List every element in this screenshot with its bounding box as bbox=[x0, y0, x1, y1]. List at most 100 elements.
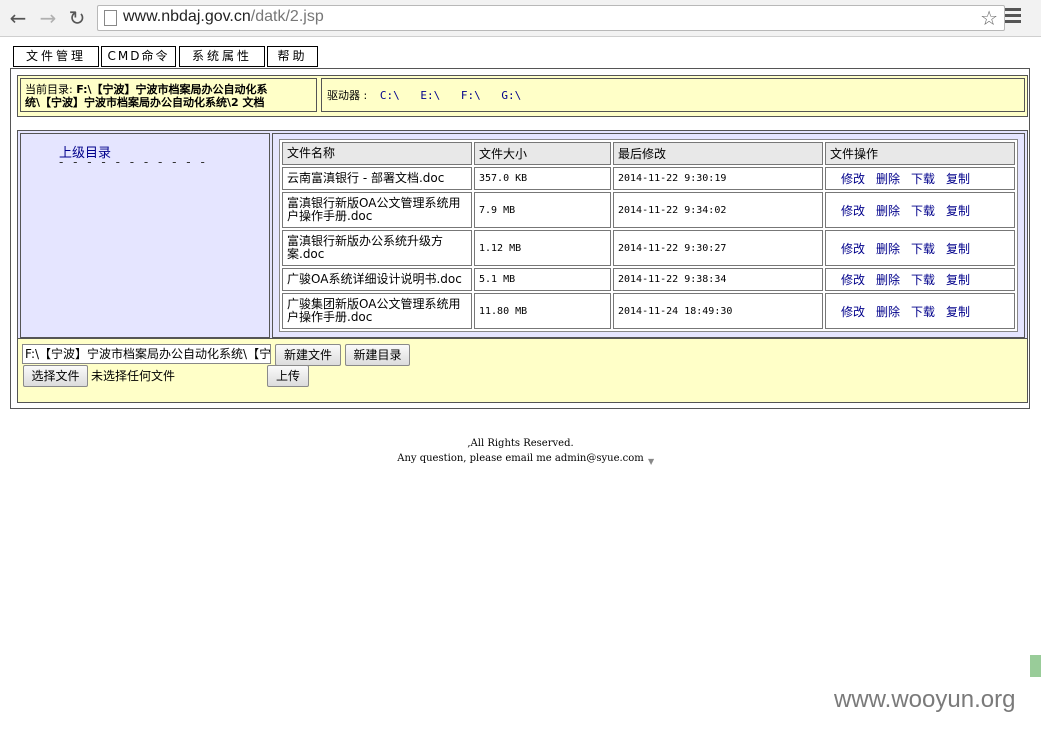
action-panel: F:\【宁波】宁波市档案局办公自动化系统\【宁 新建文件 新建目录 选择文件 未… bbox=[17, 338, 1028, 403]
address-bar[interactable]: www.nbdaj.gov.cn/datk/2.jsp ☆ bbox=[97, 5, 1005, 31]
download-link[interactable]: 下载 bbox=[911, 172, 935, 186]
download-link[interactable]: 下载 bbox=[911, 273, 935, 287]
col-header-modified: 最后修改 bbox=[613, 142, 823, 165]
url-path: /datk/2.jsp bbox=[250, 8, 324, 25]
current-dir-label: 当前目录: bbox=[25, 83, 73, 96]
copy-link[interactable]: 复制 bbox=[946, 242, 970, 256]
file-size: 5.1 MB bbox=[474, 268, 611, 291]
choose-file-button[interactable]: 选择文件 bbox=[23, 365, 88, 387]
footer-copyright: ,All Rights Reserved. bbox=[467, 438, 574, 449]
download-link[interactable]: 下载 bbox=[911, 242, 935, 256]
file-ops: 修改 删除 下载 复制 bbox=[825, 268, 1015, 291]
file-list-panel: 文件名称 文件大小 最后修改 文件操作 云南富滇银行 - 部署文档.doc 35… bbox=[272, 133, 1025, 338]
file-ops: 修改 删除 下载 复制 bbox=[825, 167, 1015, 190]
drives-cell: 驱动器 : C:\ E:\ F:\ G:\ bbox=[321, 78, 1025, 112]
url-host: www.nbdaj.gov.cn bbox=[123, 8, 251, 25]
dir-tree-dashes: - - - - - - - - - - - bbox=[59, 155, 208, 169]
back-arrow-icon[interactable]: ← bbox=[6, 6, 30, 30]
file-name-line1: 广骏OA系统详细设计说明书.doc bbox=[287, 272, 462, 286]
drives-label: 驱动器 : bbox=[327, 89, 368, 102]
delete-link[interactable]: 删除 bbox=[876, 172, 900, 186]
file-size: 11.80 MB bbox=[474, 293, 611, 329]
table-row: 广骏OA系统详细设计说明书.doc 5.1 MB 2014-11-22 9:38… bbox=[282, 268, 1015, 291]
menu-icon[interactable] bbox=[1005, 8, 1021, 26]
col-header-size: 文件大小 bbox=[474, 142, 611, 165]
file-name-line1: 广骏集团新版OA公文管理系统用 bbox=[287, 297, 461, 311]
file-modified: 2014-11-24 18:49:30 bbox=[613, 293, 823, 329]
download-link[interactable]: 下载 bbox=[911, 305, 935, 319]
file-size: 1.12 MB bbox=[474, 230, 611, 266]
file-name-line1: 富滇银行新版OA公文管理系统用 bbox=[287, 196, 461, 210]
menu-file-manage[interactable]: 文件管理 bbox=[13, 46, 99, 67]
new-file-button[interactable]: 新建文件 bbox=[275, 344, 341, 366]
drive-c[interactable]: C:\ bbox=[380, 89, 400, 102]
menu-sys-props[interactable]: 系统属性 bbox=[179, 46, 265, 67]
star-icon[interactable]: ☆ bbox=[980, 6, 998, 30]
file-modified: 2014-11-22 9:30:19 bbox=[613, 167, 823, 190]
forward-arrow-icon[interactable]: → bbox=[36, 6, 60, 30]
file-table: 文件名称 文件大小 最后修改 文件操作 云南富滇银行 - 部署文档.doc 35… bbox=[279, 139, 1018, 332]
file-ops: 修改 删除 下载 复制 bbox=[825, 293, 1015, 329]
file-name-line1: 富滇银行新版办公系统升级方 bbox=[287, 234, 444, 248]
file-name-line2: 户操作手册.doc bbox=[287, 209, 373, 223]
file-modified: 2014-11-22 9:38:34 bbox=[613, 268, 823, 291]
path-input[interactable]: F:\【宁波】宁波市档案局办公自动化系统\【宁 bbox=[22, 344, 271, 364]
file-size: 7.9 MB bbox=[474, 192, 611, 228]
edit-link[interactable]: 修改 bbox=[841, 242, 865, 256]
no-file-chosen-text: 未选择任何文件 bbox=[91, 369, 176, 383]
copy-link[interactable]: 复制 bbox=[946, 305, 970, 319]
table-row: 富滇银行新版OA公文管理系统用 户操作手册.doc 7.9 MB 2014-11-… bbox=[282, 192, 1015, 228]
url-text: www.nbdaj.gov.cn/datk/2.jsp bbox=[123, 8, 324, 26]
cursor-icon: ▼ bbox=[648, 457, 655, 466]
watermark-text: www.wooyun.org bbox=[834, 686, 1016, 713]
edit-link[interactable]: 修改 bbox=[841, 172, 865, 186]
upload-button[interactable]: 上传 bbox=[267, 365, 309, 387]
drive-e[interactable]: E:\ bbox=[420, 89, 440, 102]
drive-f[interactable]: F:\ bbox=[461, 89, 481, 102]
delete-link[interactable]: 删除 bbox=[876, 305, 900, 319]
drive-g[interactable]: G:\ bbox=[501, 89, 521, 102]
main-panel: 上级目录 - - - - - - - - - - - 文件名称 文件大小 最后修… bbox=[17, 130, 1028, 340]
file-size: 357.0 KB bbox=[474, 167, 611, 190]
page-icon bbox=[104, 10, 117, 26]
file-ops: 修改 删除 下载 复制 bbox=[825, 192, 1015, 228]
delete-link[interactable]: 删除 bbox=[876, 273, 900, 287]
file-ops: 修改 删除 下载 复制 bbox=[825, 230, 1015, 266]
file-name[interactable]: 富滇银行新版OA公文管理系统用 户操作手册.doc bbox=[282, 192, 472, 228]
table-row: 云南富滇银行 - 部署文档.doc 357.0 KB 2014-11-22 9:… bbox=[282, 167, 1015, 190]
delete-link[interactable]: 删除 bbox=[876, 242, 900, 256]
reload-icon[interactable]: ↻ bbox=[65, 6, 89, 30]
file-name[interactable]: 云南富滇银行 - 部署文档.doc bbox=[282, 167, 472, 190]
table-row: 广骏集团新版OA公文管理系统用 户操作手册.doc 11.80 MB 2014-1… bbox=[282, 293, 1015, 329]
current-dir-bar: 当前目录: F:\【宁波】宁波市档案局办公自动化系 统\【宁波】宁波市档案局办公… bbox=[17, 75, 1028, 117]
table-header-row: 文件名称 文件大小 最后修改 文件操作 bbox=[282, 142, 1015, 165]
file-name-line1: 云南富滇银行 - 部署文档.doc bbox=[287, 171, 445, 185]
file-name[interactable]: 广骏集团新版OA公文管理系统用 户操作手册.doc bbox=[282, 293, 472, 329]
edge-artifact bbox=[1030, 655, 1041, 677]
delete-link[interactable]: 删除 bbox=[876, 204, 900, 218]
copy-link[interactable]: 复制 bbox=[946, 172, 970, 186]
new-dir-button[interactable]: 新建目录 bbox=[345, 344, 410, 366]
browser-toolbar: ← → ↻ www.nbdaj.gov.cn/datk/2.jsp ☆ bbox=[0, 0, 1041, 37]
table-row: 富滇银行新版办公系统升级方 案.doc 1.12 MB 2014-11-22 9:… bbox=[282, 230, 1015, 266]
dir-tree-panel: 上级目录 - - - - - - - - - - - bbox=[20, 133, 270, 338]
file-name[interactable]: 广骏OA系统详细设计说明书.doc bbox=[282, 268, 472, 291]
edit-link[interactable]: 修改 bbox=[841, 305, 865, 319]
file-modified: 2014-11-22 9:30:27 bbox=[613, 230, 823, 266]
edit-link[interactable]: 修改 bbox=[841, 204, 865, 218]
file-modified: 2014-11-22 9:34:02 bbox=[613, 192, 823, 228]
col-header-name: 文件名称 bbox=[282, 142, 472, 165]
menu-help[interactable]: 帮助 bbox=[267, 46, 318, 67]
file-name[interactable]: 富滇银行新版办公系统升级方 案.doc bbox=[282, 230, 472, 266]
download-link[interactable]: 下载 bbox=[911, 204, 935, 218]
current-dir-path-2: 统\【宁波】宁波市档案局办公自动化系统\2 文档 bbox=[25, 96, 265, 109]
file-name-line2: 案.doc bbox=[287, 247, 325, 261]
current-dir-path-1: F:\【宁波】宁波市档案局办公自动化系 bbox=[76, 83, 268, 96]
copy-link[interactable]: 复制 bbox=[946, 204, 970, 218]
edit-link[interactable]: 修改 bbox=[841, 273, 865, 287]
copy-link[interactable]: 复制 bbox=[946, 273, 970, 287]
menu-cmd[interactable]: CMD命令 bbox=[101, 46, 176, 67]
current-dir-cell: 当前目录: F:\【宁波】宁波市档案局办公自动化系 统\【宁波】宁波市档案局办公… bbox=[20, 78, 317, 112]
col-header-ops: 文件操作 bbox=[825, 142, 1015, 165]
file-name-line2: 户操作手册.doc bbox=[287, 310, 373, 324]
